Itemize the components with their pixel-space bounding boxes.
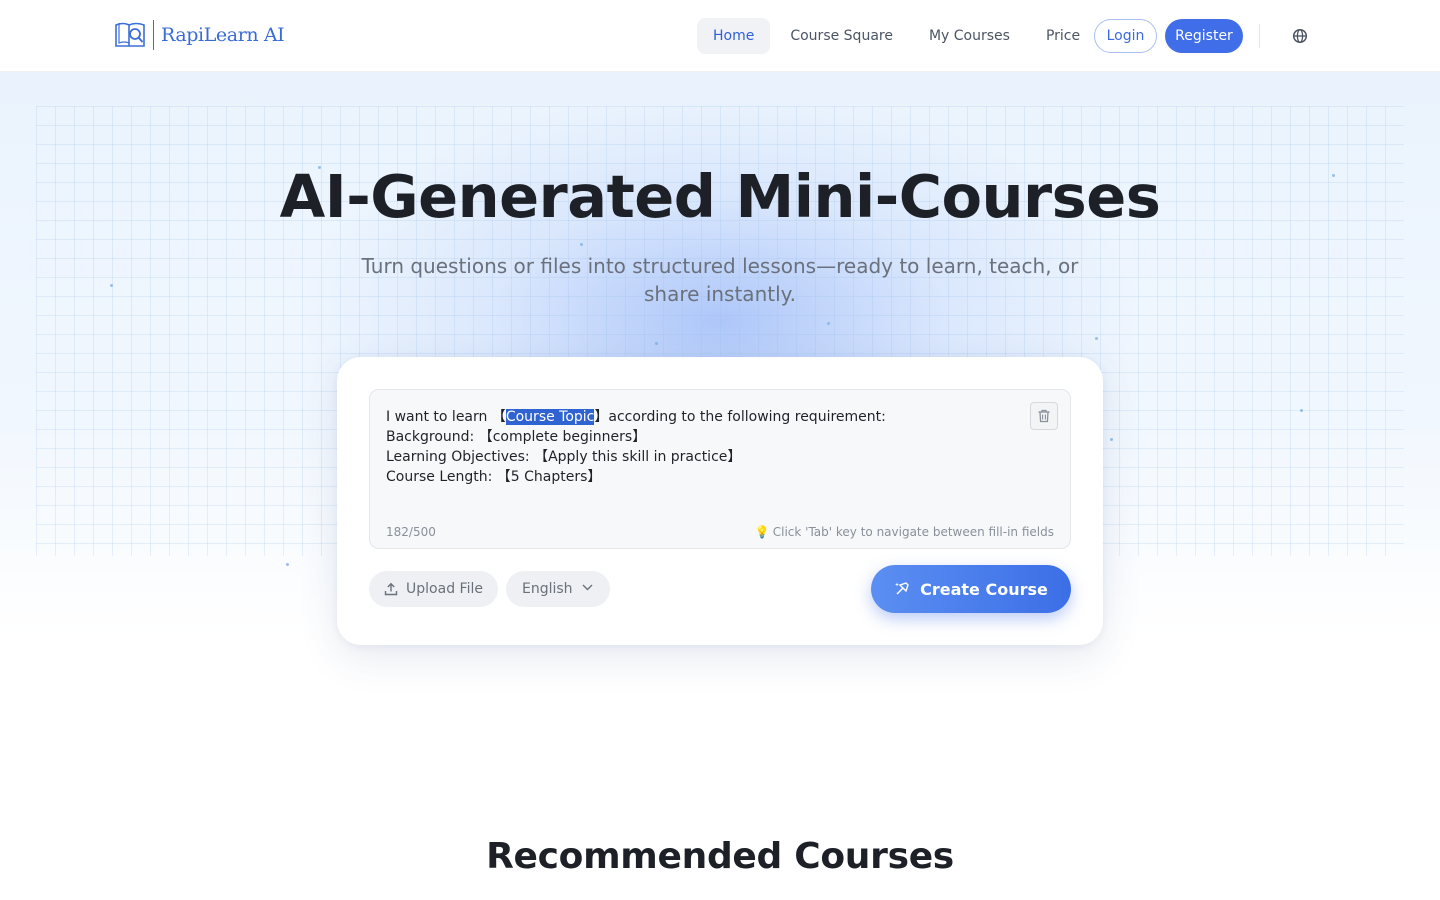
language-value: English xyxy=(522,581,573,597)
fill-in-field-course-topic[interactable]: Course Topic xyxy=(505,409,595,425)
create-course-button[interactable]: Create Course xyxy=(871,565,1071,613)
brand-logo[interactable]: RapiLearn AI xyxy=(114,19,285,51)
register-button[interactable]: Register xyxy=(1165,19,1243,53)
prompt-line-length[interactable]: Course Length: 【5 Chapters】 xyxy=(386,467,1006,487)
top-header: RapiLearn AI Home Course Square My Cours… xyxy=(0,0,1440,72)
upload-file-button[interactable]: Upload File xyxy=(369,571,498,607)
lightbulb-icon: 💡 xyxy=(754,525,770,539)
prompt-text[interactable]: I want to learn 【Course Topic】according … xyxy=(386,407,1006,487)
language-select[interactable]: English xyxy=(506,571,610,607)
sparkle-dot xyxy=(655,342,658,345)
book-magnifier-icon xyxy=(115,22,145,47)
tab-hint-text: Click 'Tab' key to navigate between fill… xyxy=(772,525,1054,539)
header-divider xyxy=(1259,24,1260,48)
globe-icon[interactable] xyxy=(1292,28,1308,44)
clear-prompt-button[interactable] xyxy=(1030,402,1058,430)
logo-divider xyxy=(153,20,154,50)
hero-title: AI-Generated Mini-Courses xyxy=(279,162,1161,231)
upload-icon xyxy=(384,582,398,596)
prompt-line-background[interactable]: Background: 【complete beginners】 xyxy=(386,427,1006,447)
sparkle-dot xyxy=(1110,438,1113,441)
prompt-line-objectives[interactable]: Learning Objectives: 【Apply this skill i… xyxy=(386,447,1006,467)
upload-file-label: Upload File xyxy=(406,581,483,597)
prompt-editor[interactable]: I want to learn 【Course Topic】according … xyxy=(369,389,1071,549)
sparkle-dot xyxy=(110,284,113,287)
prompt-text-segment: 】according to the following requirement: xyxy=(594,409,886,425)
brand-name: RapiLearn AI xyxy=(161,24,285,46)
create-course-label: Create Course xyxy=(920,579,1048,599)
sparkle-dot xyxy=(827,322,830,325)
recommended-courses-title: Recommended Courses xyxy=(486,836,954,877)
prompt-line-topic: I want to learn 【Course Topic】according … xyxy=(386,407,1006,427)
chevron-down-icon xyxy=(582,584,593,591)
prompt-text-segment: I want to learn 【 xyxy=(386,409,506,425)
sparkle-dot xyxy=(1300,409,1303,412)
sparkle-dot xyxy=(286,563,289,566)
nav-my-courses[interactable]: My Courses xyxy=(913,18,1026,54)
login-button[interactable]: Login xyxy=(1094,19,1157,53)
sparkle-dot xyxy=(1095,337,1098,340)
character-counter: 182/500 xyxy=(386,525,436,539)
trash-icon xyxy=(1038,409,1050,423)
nav-home[interactable]: Home xyxy=(697,18,771,54)
nav-price[interactable]: Price xyxy=(1030,18,1096,54)
tab-hint: 💡 Click 'Tab' key to navigate between fil… xyxy=(755,525,1054,539)
main-nav: Home Course Square My Courses Price xyxy=(697,18,1100,54)
nav-course-square[interactable]: Course Square xyxy=(774,18,909,54)
sparkle-dot xyxy=(580,243,583,246)
sparkle-pen-icon xyxy=(895,582,909,595)
course-composer-card: I want to learn 【Course Topic】according … xyxy=(337,357,1103,645)
hero-subtitle: Turn questions or files into structured … xyxy=(361,254,1079,306)
